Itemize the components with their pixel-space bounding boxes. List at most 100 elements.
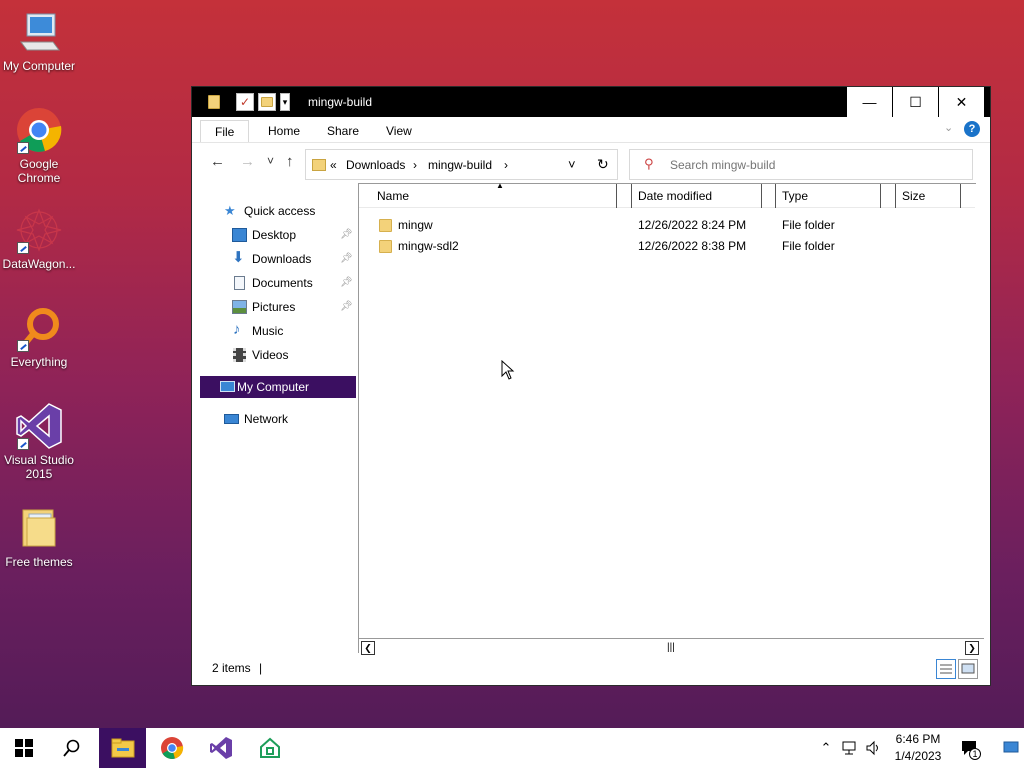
title-bar[interactable]: ✓ ▾ mingw-build — ☐ ✕ xyxy=(192,87,990,117)
breadcrumb-separator[interactable]: › xyxy=(504,158,508,172)
shortcut-arrow-icon xyxy=(17,242,29,254)
search-input[interactable] xyxy=(670,156,960,174)
desktop-icon xyxy=(232,228,247,242)
network-status-icon[interactable] xyxy=(838,728,860,768)
file-list: ▲ Name Date modified Type Size mingw 12/… xyxy=(358,181,976,653)
music-note-icon: ♪ xyxy=(233,321,241,338)
properties-icon[interactable]: ✓ xyxy=(236,93,254,111)
column-date-modified[interactable]: Date modified xyxy=(638,184,712,208)
navigation-pane: ★ Quick access Desktop 📌︎ ⬇ Downloads 📌︎… xyxy=(192,183,358,653)
desktop-icon-free-themes[interactable]: Free themes xyxy=(0,504,78,569)
help-button[interactable]: ? xyxy=(964,121,980,137)
action-center-button[interactable]: 1 xyxy=(955,728,985,768)
column-divider[interactable] xyxy=(895,184,896,208)
large-icons-view-button[interactable] xyxy=(958,659,978,679)
file-row[interactable]: mingw-sdl2 12/26/2022 8:38 PM File folde… xyxy=(359,236,975,257)
column-divider[interactable] xyxy=(631,184,632,208)
minimize-button[interactable]: — xyxy=(846,87,892,117)
desktop-icon-my-computer[interactable]: My Computer xyxy=(0,8,78,73)
start-button[interactable] xyxy=(0,728,47,768)
volume-icon[interactable] xyxy=(862,728,884,768)
desktop-icon-everything[interactable]: Everything xyxy=(0,304,78,369)
horizontal-scrollbar[interactable]: ❮ ||| ❯ xyxy=(359,638,984,656)
scroll-right-button[interactable]: ❯ xyxy=(965,641,979,655)
new-folder-icon[interactable] xyxy=(258,93,276,111)
nav-videos[interactable]: Videos xyxy=(192,344,358,366)
desktop-icon-visual-studio[interactable]: Visual Studio 2015 xyxy=(0,402,78,481)
close-button[interactable]: ✕ xyxy=(938,87,984,117)
scroll-left-button[interactable]: ❮ xyxy=(361,641,375,655)
folder-icon xyxy=(379,240,392,253)
details-view-button[interactable] xyxy=(936,659,956,679)
maximize-button[interactable]: ☐ xyxy=(892,87,938,117)
column-divider[interactable] xyxy=(616,184,617,208)
file-row[interactable]: mingw 12/26/2022 8:24 PM File folder xyxy=(359,215,975,236)
folder-icon xyxy=(312,159,326,171)
show-desktop-button[interactable] xyxy=(998,728,1024,768)
refresh-button[interactable]: ↻ xyxy=(597,156,609,173)
pictures-icon xyxy=(232,300,247,314)
chrome-icon xyxy=(15,106,63,154)
shortcut-arrow-icon xyxy=(17,438,29,450)
ribbon: File Home Share View ⌄ ? xyxy=(192,117,990,143)
tab-home[interactable]: Home xyxy=(254,120,314,142)
desktop-icon-datawagon[interactable]: DataWagon... xyxy=(0,206,78,271)
taskbar-app-green[interactable] xyxy=(246,728,293,768)
file-type: File folder xyxy=(782,218,835,232)
column-name[interactable]: Name xyxy=(377,184,409,208)
breadcrumb-separator[interactable]: › xyxy=(413,158,417,172)
clock-time: 6:46 PM xyxy=(895,732,941,746)
column-divider[interactable] xyxy=(761,184,762,208)
visual-studio-icon xyxy=(15,402,63,450)
download-arrow-icon: ⬇ xyxy=(232,249,245,266)
column-size[interactable]: Size xyxy=(902,184,925,208)
scrollbar-thumb-grip-icon[interactable]: ||| xyxy=(667,642,675,653)
system-clock[interactable]: 6:46 PM 1/4/2023 xyxy=(888,731,948,765)
taskbar-chrome[interactable] xyxy=(148,728,195,768)
taskbar-search-button[interactable] xyxy=(48,728,95,768)
expand-ribbon-chevron-icon[interactable]: ⌄ xyxy=(944,121,953,134)
up-button[interactable]: ↑ xyxy=(286,153,294,170)
tab-view[interactable]: View xyxy=(372,120,426,142)
pin-icon[interactable]: 📌︎ xyxy=(340,248,353,270)
star-icon: ★ xyxy=(224,203,236,218)
customize-toolbar-icon[interactable]: ▾ xyxy=(280,93,290,111)
address-dropdown-button[interactable]: ˅ xyxy=(568,157,576,172)
breadcrumb-overflow[interactable]: « xyxy=(330,158,337,172)
pin-icon[interactable]: 📌︎ xyxy=(340,224,353,246)
nav-downloads[interactable]: ⬇ Downloads 📌︎ xyxy=(192,248,358,270)
nav-network[interactable]: Network xyxy=(192,408,358,430)
pin-icon[interactable]: 📌︎ xyxy=(340,272,353,294)
breadcrumb-mingw-build[interactable]: mingw-build xyxy=(428,158,492,172)
navigation-bar: ← → ˅ ↑ « Downloads › mingw-build › ˅ ↻ … xyxy=(192,143,990,183)
folder-icon xyxy=(379,219,392,232)
recent-locations-button[interactable]: ˅ xyxy=(267,154,274,168)
nav-quick-access[interactable]: ★ Quick access xyxy=(192,200,358,222)
nav-pictures[interactable]: Pictures 📌︎ xyxy=(192,296,358,318)
tab-share[interactable]: Share xyxy=(313,120,373,142)
breadcrumb-downloads[interactable]: Downloads xyxy=(346,158,405,172)
column-divider[interactable] xyxy=(960,184,961,208)
column-divider[interactable] xyxy=(775,184,776,208)
taskbar-visual-studio[interactable] xyxy=(197,728,244,768)
green-house-app-icon xyxy=(259,737,280,758)
back-button[interactable]: ← xyxy=(210,153,225,170)
forward-button[interactable]: → xyxy=(240,153,255,170)
search-icon: ⚲ xyxy=(644,156,654,171)
desktop-icon-google-chrome[interactable]: Google Chrome xyxy=(0,106,78,185)
nav-music[interactable]: ♪ Music xyxy=(192,320,358,342)
search-box[interactable]: ⚲ xyxy=(629,149,973,180)
tab-file[interactable]: File xyxy=(200,120,250,142)
address-bar[interactable]: « Downloads › mingw-build › ˅ ↻ xyxy=(305,149,618,180)
nav-desktop[interactable]: Desktop 📌︎ xyxy=(192,224,358,246)
folder-icon xyxy=(15,504,63,552)
file-name: mingw-sdl2 xyxy=(398,239,459,253)
column-divider[interactable] xyxy=(880,184,881,208)
nav-documents[interactable]: Documents 📌︎ xyxy=(192,272,358,294)
show-hidden-icons-button[interactable]: ⌃ xyxy=(816,728,836,768)
nav-my-computer[interactable]: My Computer xyxy=(200,376,356,398)
column-type[interactable]: Type xyxy=(782,184,808,208)
desktop-icon-label: My Computer xyxy=(2,59,76,73)
pin-icon[interactable]: 📌︎ xyxy=(340,296,353,318)
taskbar-file-explorer[interactable] xyxy=(99,728,146,768)
